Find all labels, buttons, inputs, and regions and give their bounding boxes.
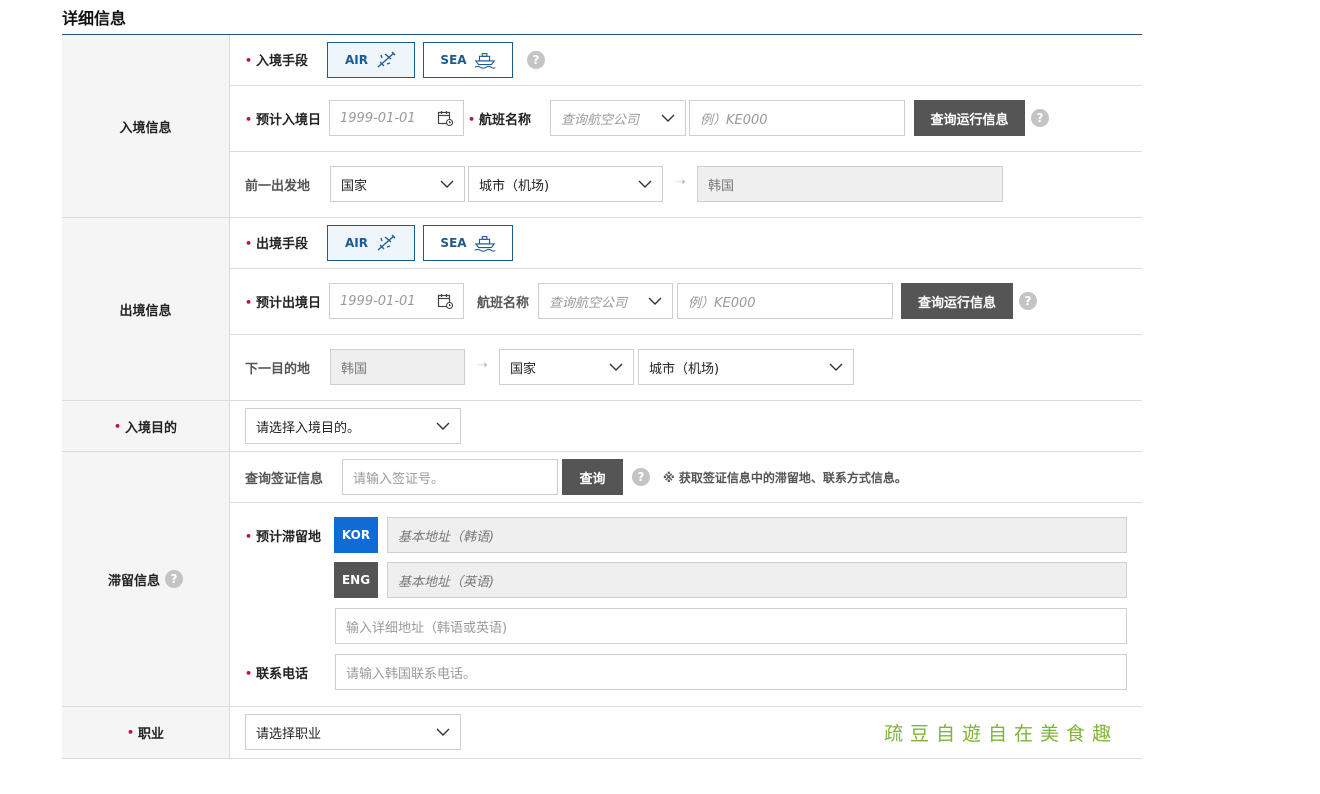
exit-flight-help-icon[interactable]: ? xyxy=(1019,292,1037,310)
ship-icon xyxy=(474,50,496,70)
chevron-down-icon xyxy=(436,422,450,431)
exit-search-flight-button[interactable]: 查询运行信息 xyxy=(901,283,1013,319)
detail-form: 入境信息 • 入境手段 AIR SEA ? • 预计入境日 1999-01-01 •… xyxy=(62,34,1142,759)
entry-sea-button[interactable]: SEA xyxy=(423,42,513,78)
entry-mode-label: • 入境手段 xyxy=(245,54,309,69)
job-section: • 职业 请选择职业 疏豆自遊自在美食趣 xyxy=(62,707,1142,759)
entry-flight-input[interactable]: 例）KE000 xyxy=(689,100,905,136)
purpose-label: • 入境目的 xyxy=(62,401,230,451)
visa-label: 查询签证信息 xyxy=(245,472,324,487)
exit-dest-label: 下一目的地 xyxy=(245,362,311,377)
airplane-icon xyxy=(375,233,397,253)
stay-section-label: 滞留信息? xyxy=(62,452,230,706)
exit-flight-input[interactable]: 例）KE000 xyxy=(677,283,893,319)
exit-date-label: • 预计出境日 xyxy=(245,296,322,311)
phone-label: • 联系电话 xyxy=(245,667,309,682)
chevron-down-icon xyxy=(648,297,662,306)
address-label: • 预计滞留地 xyxy=(245,530,322,545)
visa-search-button[interactable]: 查询 xyxy=(562,459,623,495)
exit-dest-country-select[interactable]: 国家 xyxy=(499,349,634,385)
visa-note: ※ 获取签证信息中的滞留地、联系方式信息。 xyxy=(663,471,907,485)
entry-air-button[interactable]: AIR xyxy=(327,42,415,78)
entry-date-label: • 预计入境日 xyxy=(245,113,322,128)
job-label: • 职业 xyxy=(62,707,230,758)
exit-flight-label: 航班名称 xyxy=(477,296,530,311)
eng-tag: ENG xyxy=(334,562,378,598)
entry-mode-help-icon[interactable]: ? xyxy=(527,51,545,69)
address-detail-input[interactable]: 输入详细地址（韩语或英语) xyxy=(335,608,1127,644)
ship-icon xyxy=(474,233,496,253)
chevron-down-icon xyxy=(440,180,454,189)
entry-section-label: 入境信息 xyxy=(62,35,230,217)
calendar-icon[interactable] xyxy=(437,110,453,126)
watermark: 疏豆自遊自在美食趣 xyxy=(884,723,1119,745)
purpose-section: • 入境目的 请选择入境目的。 xyxy=(62,401,1142,452)
entry-search-flight-button[interactable]: 查询运行信息 xyxy=(914,100,1025,136)
chevron-down-icon xyxy=(609,363,623,372)
entry-origin-label: 前一出发地 xyxy=(245,179,311,194)
arrow-right-icon: ➝ xyxy=(477,358,488,373)
exit-mode-label: • 出境手段 xyxy=(245,237,309,252)
calendar-icon[interactable] xyxy=(437,293,453,309)
arrow-right-icon: ➝ xyxy=(675,175,686,190)
entry-origin-country-select[interactable]: 国家 xyxy=(330,166,465,202)
exit-date-input[interactable]: 1999-01-01 xyxy=(329,283,464,319)
stay-section: 滞留信息? 查询签证信息 请输入签证号。 查询 ? ※ 获取签证信息中的滞留地、… xyxy=(62,452,1142,707)
entry-section: 入境信息 • 入境手段 AIR SEA ? • 预计入境日 1999-01-01 •… xyxy=(62,35,1142,218)
stay-help-icon[interactable]: ? xyxy=(165,570,183,588)
kor-tag: KOR xyxy=(334,517,378,553)
entry-origin-city-select[interactable]: 城市（机场) xyxy=(468,166,663,202)
exit-origin-field: 韩国 xyxy=(330,349,465,385)
exit-air-button[interactable]: AIR xyxy=(327,225,415,261)
visa-help-icon[interactable]: ? xyxy=(632,468,650,486)
chevron-down-icon xyxy=(829,363,843,372)
phone-input[interactable]: 请输入韩国联系电话。 xyxy=(335,654,1127,690)
airplane-icon xyxy=(375,50,397,70)
entry-flight-help-icon[interactable]: ? xyxy=(1031,109,1049,127)
address-eng-field: 基本地址（英语) xyxy=(387,562,1127,598)
page-title: 详细信息 xyxy=(62,9,127,28)
exit-section-label: 出境信息 xyxy=(62,218,230,400)
chevron-down-icon xyxy=(436,728,450,737)
visa-number-input[interactable]: 请输入签证号。 xyxy=(342,459,558,495)
chevron-down-icon xyxy=(638,180,652,189)
exit-sea-button[interactable]: SEA xyxy=(423,225,513,261)
purpose-select[interactable]: 请选择入境目的。 xyxy=(245,408,461,444)
address-kor-field: 基本地址（韩语) xyxy=(387,517,1127,553)
entry-destination-field: 韩国 xyxy=(697,166,1003,202)
exit-airline-select[interactable]: 查询航空公司 xyxy=(538,283,673,319)
job-select[interactable]: 请选择职业 xyxy=(245,714,461,750)
exit-section: 出境信息 • 出境手段 AIR SEA • 预计出境日 1999-01-01 航班名… xyxy=(62,218,1142,401)
entry-date-input[interactable]: 1999-01-01 xyxy=(329,100,464,136)
chevron-down-icon xyxy=(661,114,675,123)
entry-flight-label: • 航班名称 xyxy=(468,113,532,128)
exit-dest-city-select[interactable]: 城市（机场) xyxy=(638,349,854,385)
entry-airline-select[interactable]: 查询航空公司 xyxy=(550,100,686,136)
